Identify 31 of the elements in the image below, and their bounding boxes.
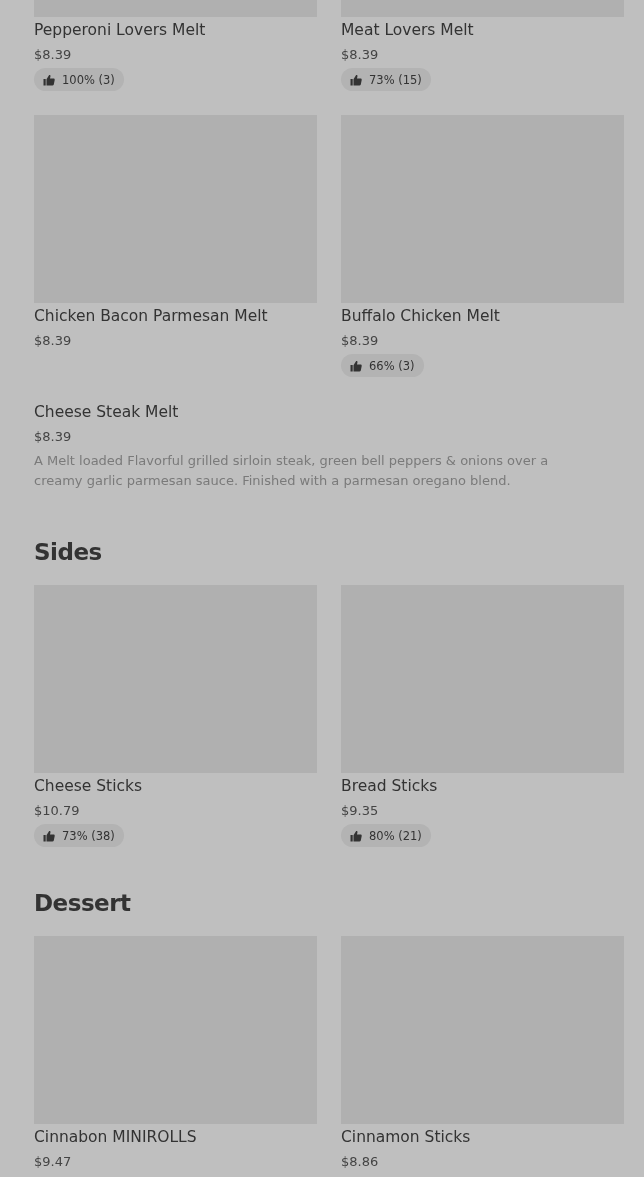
- item-name: Chicken Bacon Parmesan Melt: [34, 306, 268, 327]
- rating-text: 100% (3): [62, 72, 115, 87]
- thumbs-up-icon: [43, 829, 55, 842]
- item-price: $8.39: [34, 332, 72, 350]
- item-description: A Melt loaded Flavorful grilled sirloin steak, green bell peppers & onions over a creamy garlic parmesan sauce. Finished with a parmesan oregano blend.: [34, 452, 550, 490]
- item-price: $8.39: [34, 46, 72, 64]
- item-name: Meat Lovers Melt: [341, 20, 474, 41]
- item-price: $9.47: [34, 1153, 72, 1171]
- rating-text: 80% (21): [369, 828, 422, 843]
- item-name: Pepperoni Lovers Melt: [34, 20, 206, 41]
- item-name: Cinnamon Sticks: [341, 1127, 471, 1148]
- item-name: Cheese Steak Melt: [34, 402, 179, 423]
- thumbs-up-icon: [43, 73, 55, 86]
- item-price: $8.39: [341, 332, 379, 350]
- item-name: Cheese Sticks: [34, 776, 143, 797]
- item-price: $9.35: [341, 802, 379, 820]
- item-price: $8.39: [341, 46, 379, 64]
- item-price: $8.86: [341, 1153, 379, 1171]
- item-name: Bread Sticks: [341, 776, 438, 797]
- section-heading: Dessert: [34, 889, 132, 918]
- rating-text: 73% (15): [369, 72, 422, 87]
- item-price: $8.39: [34, 428, 72, 446]
- item-name: Cinnabon MINIROLLS: [34, 1127, 197, 1148]
- item-price: $10.79: [34, 802, 80, 820]
- rating-text: 66% (3): [369, 358, 415, 373]
- rating-text: 73% (38): [62, 828, 115, 843]
- thumbs-up-icon: [350, 359, 362, 372]
- thumbs-up-icon: [350, 829, 362, 842]
- section-heading: Sides: [34, 538, 103, 567]
- item-name: Buffalo Chicken Melt: [341, 306, 500, 327]
- thumbs-up-icon: [350, 73, 362, 86]
